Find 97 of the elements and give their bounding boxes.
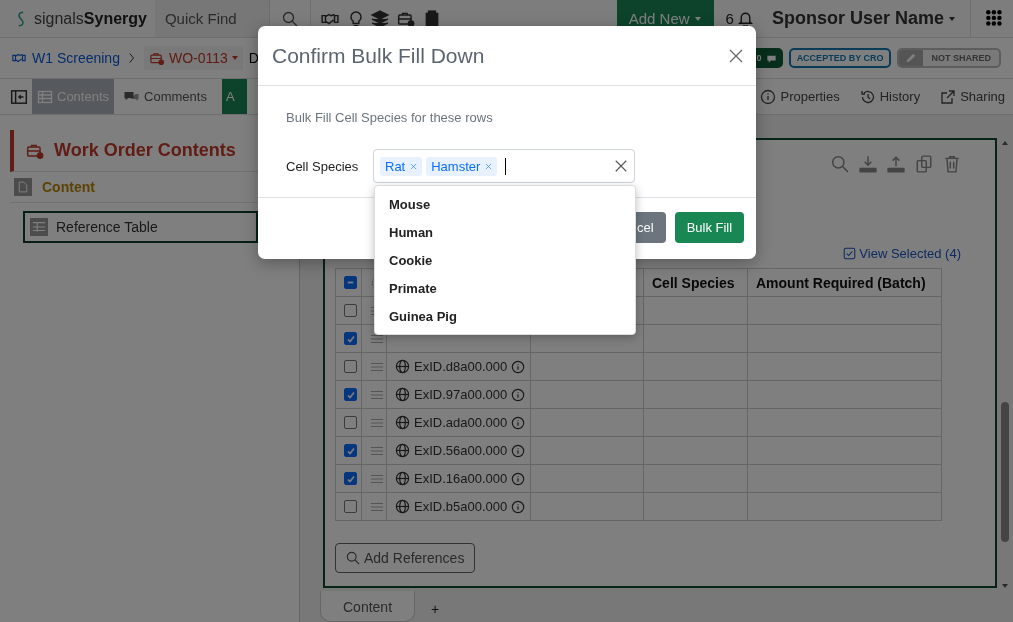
row-checkbox[interactable] — [344, 332, 357, 345]
table-icon — [32, 220, 46, 234]
reference-id: ExID.b5a00.000 — [414, 499, 508, 514]
history-icon — [859, 88, 876, 105]
reference-id: ExID.ada00.000 — [414, 415, 508, 430]
add-references-button[interactable]: Add References — [335, 543, 476, 573]
caret-icon — [230, 54, 239, 62]
work-order-breadcrumb[interactable]: WO-0113 — [143, 46, 243, 70]
species-option[interactable]: Human — [375, 218, 635, 246]
user-menu[interactable]: Sponsor User Name — [765, 0, 971, 37]
row-checkbox[interactable] — [344, 388, 357, 401]
bell-icon[interactable] — [736, 10, 754, 27]
section-label: Content — [42, 179, 95, 195]
globe-icon — [395, 415, 410, 430]
document-title: D — [248, 50, 259, 66]
collapse-panel-icon[interactable] — [10, 87, 28, 106]
download-icon[interactable] — [859, 155, 877, 173]
history-link[interactable]: History — [851, 88, 929, 105]
globe-icon — [395, 359, 410, 374]
info-icon[interactable] — [511, 443, 526, 458]
share-icon — [940, 88, 957, 105]
check-icon — [345, 389, 356, 400]
caret-icon — [948, 14, 956, 23]
dialog-description: Bulk Fill Cell Species for these rows — [286, 110, 494, 125]
brand-name: signalsSynergy — [34, 9, 147, 28]
search-icon[interactable] — [281, 10, 298, 27]
search-icon — [346, 551, 360, 565]
quick-find-field[interactable]: Quick Find — [154, 0, 269, 37]
action-button[interactable]: A — [221, 79, 247, 114]
info-icon[interactable] — [511, 359, 526, 374]
check-icon — [345, 473, 356, 484]
info-icon[interactable] — [511, 387, 526, 402]
info-icon[interactable] — [511, 499, 526, 514]
handshake-icon — [10, 51, 28, 65]
close-button[interactable] — [728, 47, 744, 64]
globe-icon — [395, 387, 410, 402]
column-header: Cell Species — [643, 268, 748, 297]
caret-icon — [693, 14, 702, 23]
sidebar-item[interactable]: Reference Table — [23, 211, 258, 243]
globe-icon — [395, 443, 410, 458]
cancel-button[interactable]: cel — [636, 212, 666, 243]
notification-count: 6 — [725, 10, 734, 27]
remove-tag-button[interactable] — [485, 162, 493, 170]
reference-id: ExID.d8a00.000 — [414, 359, 508, 374]
sheet-tab[interactable]: Content — [320, 591, 416, 622]
reference-id: ExID.97a00.000 — [414, 387, 508, 402]
view-tab[interactable]: Comments — [118, 79, 212, 114]
check-icon — [345, 445, 356, 456]
row-checkbox[interactable] — [344, 360, 357, 373]
species-option[interactable]: Mouse — [375, 190, 635, 218]
checkbox-icon — [843, 246, 857, 260]
select-all-checkbox[interactable] — [344, 276, 357, 289]
close-icon — [728, 47, 744, 64]
globe-icon — [395, 471, 410, 486]
row-checkbox[interactable] — [344, 416, 357, 429]
upload-icon[interactable] — [887, 155, 905, 173]
info-icon[interactable] — [511, 415, 526, 430]
copy-icon[interactable] — [915, 155, 933, 173]
sharing-link[interactable]: Sharing — [932, 88, 1013, 105]
add-sheet-button[interactable]: + — [425, 591, 446, 618]
reference-id: ExID.56a00.000 — [414, 443, 508, 458]
check-icon — [345, 333, 356, 344]
row-checkbox[interactable] — [344, 304, 357, 317]
clear-button[interactable] — [614, 159, 628, 173]
selected-tag: Rat — [380, 156, 423, 176]
properties-link[interactable]: Properties — [752, 88, 848, 105]
info-icon[interactable] — [511, 471, 526, 486]
info-icon — [760, 88, 777, 105]
reference-id: ExID.16a00.000 — [414, 471, 508, 486]
document-icon — [17, 180, 29, 194]
pencil-icon — [905, 52, 918, 64]
view-selected-link[interactable]: View Selected (4) — [859, 245, 961, 261]
trash-icon[interactable] — [943, 155, 961, 173]
species-option[interactable]: Cookie — [375, 246, 635, 274]
scrollbar-thumb[interactable] — [1001, 402, 1009, 542]
species-option[interactable]: Primate — [375, 274, 635, 302]
row-checkbox[interactable] — [344, 500, 357, 513]
layers-icon[interactable] — [370, 9, 389, 28]
table-icon — [37, 88, 53, 105]
species-option[interactable]: Guinea Pig — [375, 302, 635, 330]
remove-tag-button[interactable] — [410, 162, 418, 170]
status-badge: ACCEPTED BY CRO — [788, 48, 892, 68]
row-checkbox[interactable] — [344, 444, 357, 457]
row-checkbox[interactable] — [344, 472, 357, 485]
briefcase-clock-icon — [147, 50, 166, 66]
close-icon — [485, 162, 493, 170]
project-breadcrumb[interactable]: W1 Screening — [10, 50, 120, 66]
dialog-title: Confirm Bulk Fill Down — [272, 43, 485, 68]
column-header: Amount Required (Batch) — [747, 268, 942, 297]
close-icon — [410, 162, 418, 170]
app-grid-icon[interactable] — [985, 8, 1005, 29]
close-icon — [614, 159, 628, 173]
field-label: Cell Species — [286, 158, 359, 174]
sharing-badge: NOT SHARED — [897, 48, 1001, 68]
globe-icon — [395, 499, 410, 514]
bulk-fill-button[interactable]: Bulk Fill — [674, 212, 745, 243]
selected-tag: Hamster — [426, 156, 498, 176]
